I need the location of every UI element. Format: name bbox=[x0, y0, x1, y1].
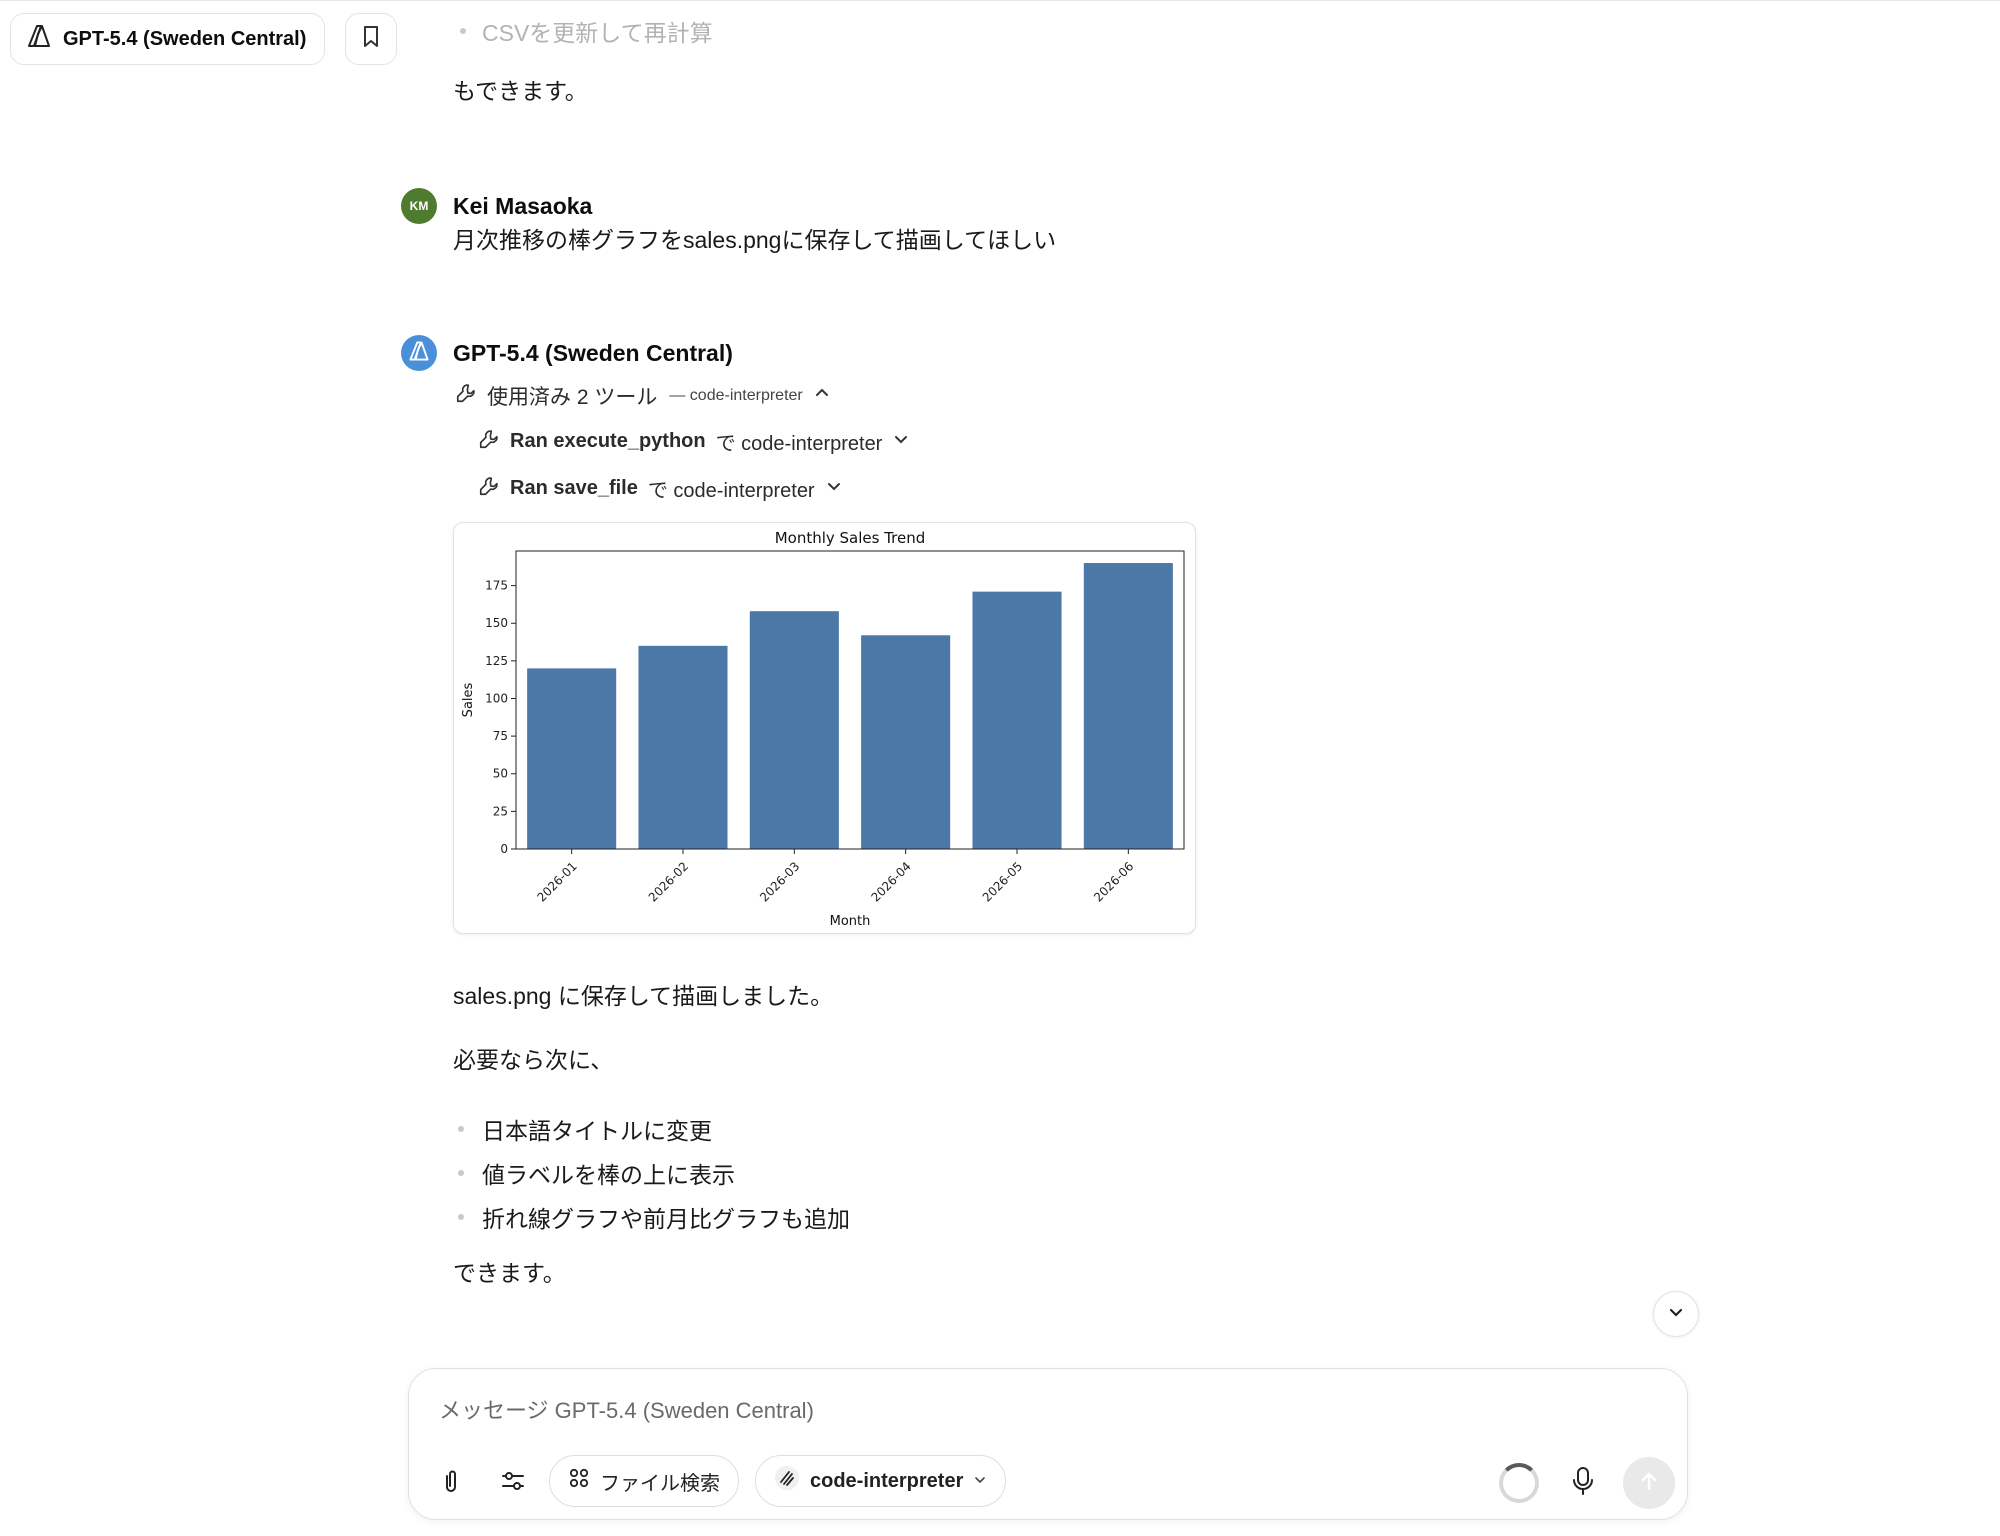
model-name: GPT-5.4 (Sweden Central) bbox=[63, 27, 307, 50]
user-message: 月次推移の棒グラフをsales.pngに保存して描画してほしい bbox=[453, 227, 1057, 253]
chevron-down-icon bbox=[892, 430, 910, 454]
tools-summary-label: 使用済み 2 ツール bbox=[487, 386, 658, 409]
scroll-to-bottom-button[interactable] bbox=[1653, 1291, 1699, 1337]
azure-logo-icon bbox=[25, 22, 53, 56]
list-item: 値ラベルを棒の上に表示 bbox=[458, 1151, 850, 1195]
bookmark-icon bbox=[361, 25, 381, 54]
file-search-button[interactable]: ファイル検索 bbox=[549, 1455, 739, 1507]
chevron-down-icon bbox=[973, 1470, 987, 1493]
chart-bar bbox=[749, 611, 839, 849]
y-tick-label: 50 bbox=[493, 767, 508, 781]
chart-bar bbox=[861, 635, 951, 849]
settings-button[interactable] bbox=[491, 1461, 535, 1505]
message-text: 必要なら次に、 bbox=[453, 1047, 614, 1073]
wrench-icon bbox=[478, 475, 500, 503]
message-text: もできます。 bbox=[453, 78, 588, 104]
tool-call-save-file[interactable]: Ran save_file で code-interpreter bbox=[478, 474, 843, 503]
tool-icon bbox=[774, 1465, 800, 1497]
list-item: 日本語タイトルに変更 bbox=[458, 1107, 850, 1151]
wrench-icon bbox=[478, 428, 500, 456]
message-text: できます。 bbox=[453, 1260, 566, 1286]
list-item: CSVを更新して再計算 bbox=[460, 14, 713, 48]
user-name: Kei Masaoka bbox=[453, 193, 593, 219]
tools-summary-sub: — code-interpreter bbox=[669, 387, 803, 404]
tool-call-name: Ran execute_python bbox=[510, 430, 706, 452]
x-axis-label: Month bbox=[830, 914, 871, 929]
grid-search-icon bbox=[568, 1467, 590, 1495]
sliders-icon bbox=[500, 1469, 526, 1498]
tool-call-via: で code-interpreter bbox=[647, 480, 815, 502]
assistant-avatar bbox=[401, 335, 437, 371]
microphone-icon bbox=[1572, 1466, 1594, 1501]
y-tick-label: 125 bbox=[485, 654, 508, 668]
chevron-up-icon bbox=[813, 384, 831, 408]
azure-logo-icon bbox=[407, 339, 431, 368]
bar-chart: Monthly Sales Trend 2026-01 2026-02 2026-03… bbox=[461, 529, 1185, 929]
attach-button[interactable] bbox=[429, 1461, 473, 1505]
chart-bar bbox=[972, 591, 1062, 849]
wrench-icon bbox=[455, 382, 477, 410]
chart-bar bbox=[527, 668, 617, 849]
y-tick-label: 75 bbox=[493, 729, 508, 743]
send-button[interactable] bbox=[1623, 1457, 1675, 1509]
loading-spinner-icon bbox=[1499, 1463, 1539, 1503]
x-tick-label: 2026-05 bbox=[980, 859, 1025, 904]
avatar: KM bbox=[401, 188, 437, 224]
tool-call-via: で code-interpreter bbox=[715, 433, 883, 455]
suggestion-list: 日本語タイトルに変更 値ラベルを棒の上に表示 折れ線グラフや前月比グラフも追加 bbox=[458, 1107, 850, 1239]
y-tick-label: 150 bbox=[485, 616, 508, 630]
y-tick-label: 25 bbox=[493, 804, 508, 818]
chart-bar bbox=[638, 645, 728, 849]
arrow-up-icon bbox=[1639, 1470, 1659, 1497]
x-tick-label: 2026-02 bbox=[646, 859, 691, 904]
tool-selector-label: code-interpreter bbox=[810, 1469, 964, 1492]
voice-input-button[interactable] bbox=[1561, 1461, 1605, 1505]
tool-call-name: Ran save_file bbox=[510, 477, 638, 499]
y-tick-label: 175 bbox=[485, 579, 508, 593]
model-selector[interactable]: GPT-5.4 (Sweden Central) bbox=[10, 13, 326, 65]
assistant-name: GPT-5.4 (Sweden Central) bbox=[453, 340, 733, 366]
file-search-label: ファイル検索 bbox=[600, 1472, 720, 1495]
message-composer: ファイル検索 code-interpreter bbox=[408, 1368, 1688, 1520]
y-tick-label: 0 bbox=[500, 842, 508, 856]
paperclip-icon bbox=[439, 1467, 463, 1500]
chart-bar bbox=[1083, 563, 1173, 849]
y-tick-label: 100 bbox=[485, 691, 508, 705]
chevron-down-icon bbox=[825, 477, 843, 501]
chart-image[interactable]: Monthly Sales Trend 2026-01 2026-02 2026-03… bbox=[453, 522, 1196, 934]
tools-summary-toggle[interactable]: 使用済み 2 ツール — code-interpreter bbox=[455, 381, 831, 411]
message-input[interactable] bbox=[437, 1391, 1537, 1431]
chevron-down-icon bbox=[1667, 1303, 1685, 1326]
list-item: 折れ線グラフや前月比グラフも追加 bbox=[458, 1195, 850, 1239]
x-tick-label: 2026-01 bbox=[534, 859, 579, 904]
bookmark-button[interactable] bbox=[345, 13, 397, 65]
message-text: sales.png に保存して描画しました。 bbox=[453, 983, 834, 1009]
y-axis-label: Sales bbox=[461, 682, 476, 717]
tool-call-execute-python[interactable]: Ran execute_python で code-interpreter bbox=[478, 427, 910, 456]
x-tick-label: 2026-06 bbox=[1091, 859, 1136, 904]
chart-title: Monthly Sales Trend bbox=[775, 529, 926, 547]
x-tick-label: 2026-04 bbox=[868, 859, 913, 904]
tool-selector[interactable]: code-interpreter bbox=[755, 1455, 1007, 1507]
x-tick-label: 2026-03 bbox=[757, 859, 802, 904]
